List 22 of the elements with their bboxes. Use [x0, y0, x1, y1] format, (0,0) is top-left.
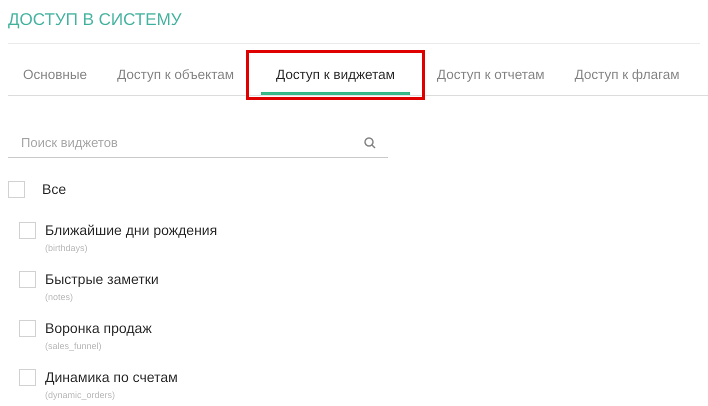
widget-name: Воронка продаж	[45, 319, 152, 337]
checkbox[interactable]	[19, 222, 36, 239]
tab[interactable]: Доступ к отчетам	[422, 58, 560, 95]
checkbox-label: Все	[42, 180, 66, 199]
tab[interactable]: Доступ к виджетам	[261, 58, 410, 95]
widget-code: (dynamic_orders)	[45, 389, 116, 402]
search-field[interactable]: Поиск виджетов	[8, 127, 388, 158]
widget-code: (sales_funnel)	[45, 340, 103, 353]
widget-code: (notes)	[45, 291, 74, 304]
tab[interactable]: Основные	[8, 58, 102, 95]
page-title: ДОСТУП В СИСТЕМУ	[8, 9, 700, 44]
widget-name: Динамика по счетам	[45, 368, 178, 386]
tab[interactable]: Доступ к флагам	[560, 58, 695, 95]
checkbox[interactable]	[8, 181, 25, 198]
checkbox[interactable]	[19, 369, 36, 386]
widget-name: Быстрые заметки	[45, 270, 159, 288]
checkbox[interactable]	[19, 320, 36, 337]
widget-code: (birthdays)	[45, 242, 89, 255]
widget-name: Ближайшие дни рождения	[45, 221, 218, 239]
tab[interactable]: Доступ к объектам	[102, 58, 250, 95]
search-icon[interactable]	[364, 137, 376, 149]
checkbox[interactable]	[19, 271, 36, 288]
